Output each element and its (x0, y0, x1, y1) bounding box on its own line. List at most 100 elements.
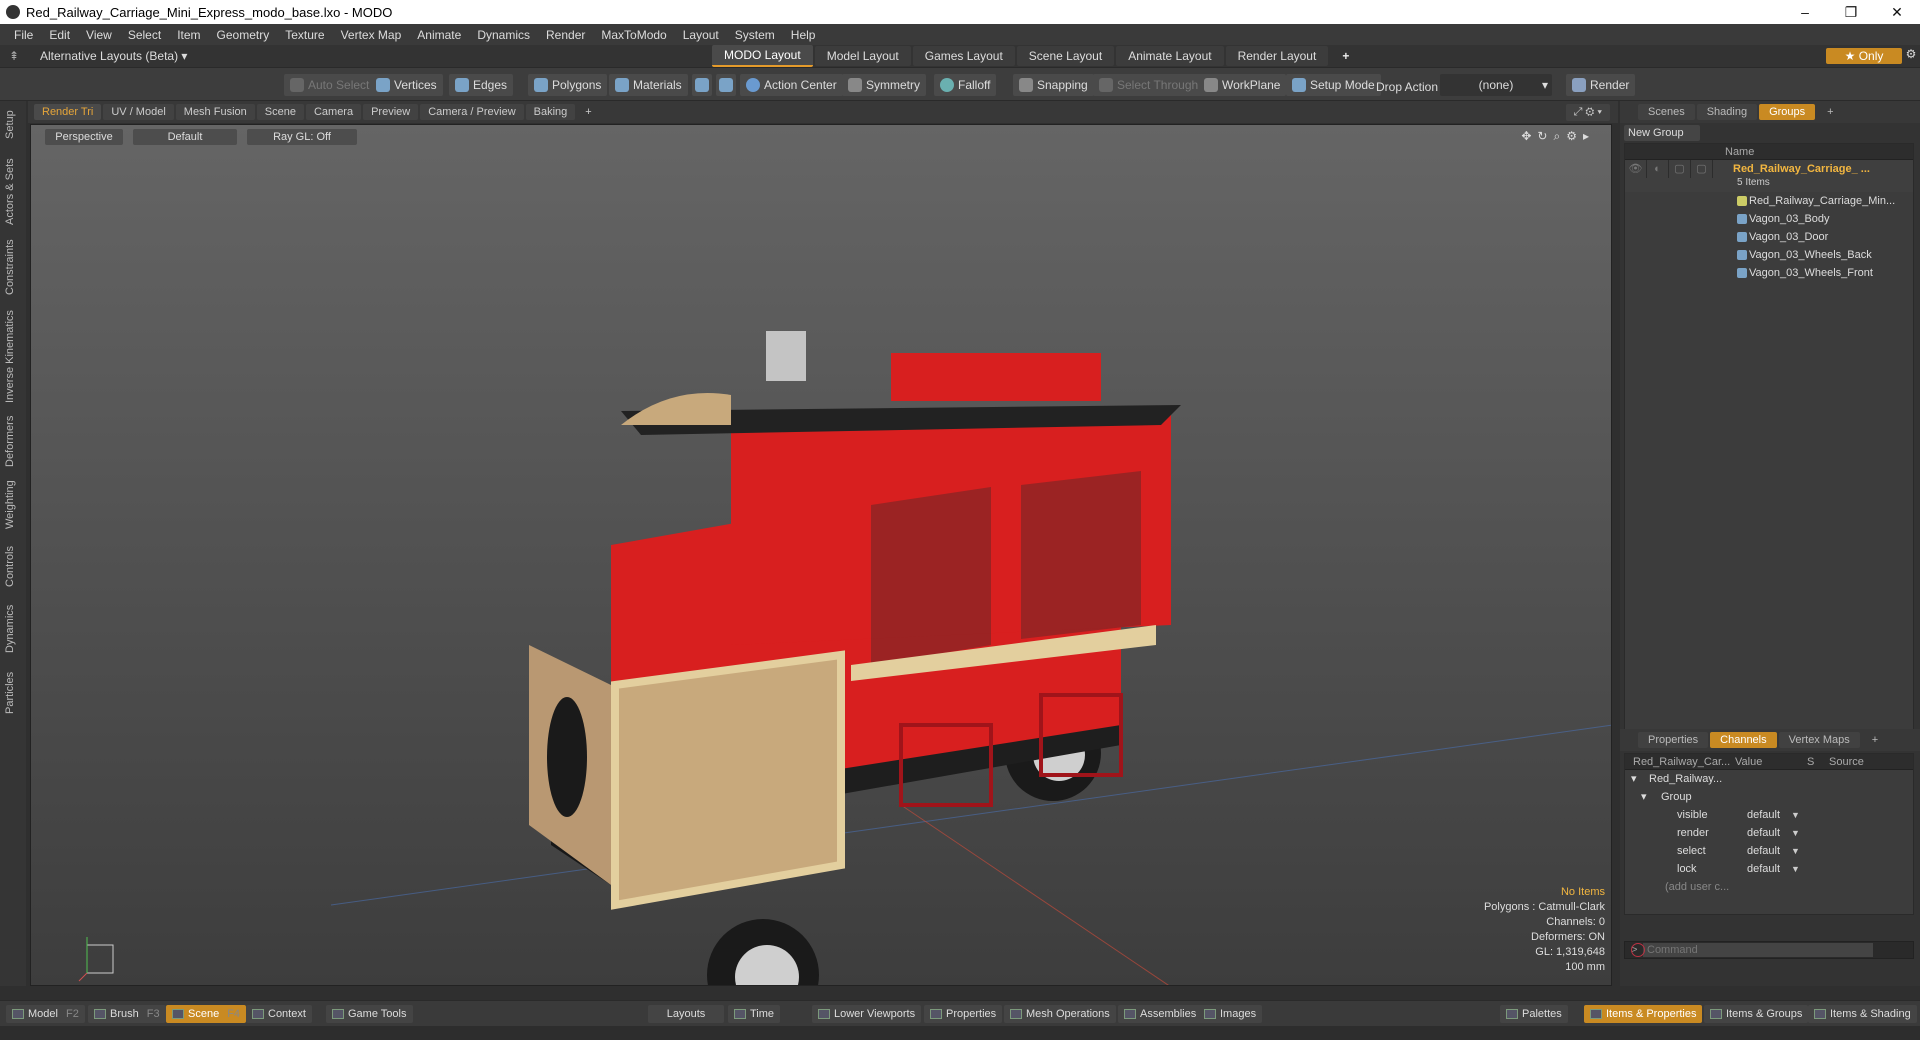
tab-properties[interactable]: Properties (1638, 732, 1709, 748)
channel-group-row[interactable]: ▾ Group (1625, 788, 1913, 806)
menu-maxtomodo[interactable]: MaxToModo (593, 28, 674, 42)
select-through-button[interactable]: Select Through (1093, 74, 1205, 96)
chevron-down-icon[interactable]: ▼ (1791, 842, 1800, 860)
3d-viewport[interactable]: Perspective Default Ray GL: Off ✥↻⌕⚙▸ No… (30, 124, 1612, 986)
close-button[interactable]: ✕ (1874, 4, 1920, 21)
vtab-controls[interactable]: Controls (4, 541, 22, 593)
gear-icon[interactable]: ⚙ (1902, 47, 1920, 61)
vtab-weighting[interactable]: Weighting (4, 477, 22, 533)
symmetry-button[interactable]: Symmetry (842, 74, 926, 96)
render-button[interactable]: Render (1566, 74, 1636, 96)
tab-mesh-fusion[interactable]: Mesh Fusion (175, 104, 255, 120)
assemblies-button[interactable]: Assemblies (1118, 1005, 1203, 1023)
menu-help[interactable]: Help (783, 28, 824, 42)
alternative-layouts-dropdown[interactable]: Alternative Layouts (Beta) ▾ (40, 49, 187, 63)
menu-geometry[interactable]: Geometry (209, 28, 278, 42)
menu-select[interactable]: Select (120, 28, 169, 42)
scene-button[interactable]: Scene F4 (166, 1005, 247, 1023)
tab-scene-layout[interactable]: Scene Layout (1016, 46, 1115, 66)
tab-animate-layout[interactable]: Animate Layout (1116, 46, 1224, 66)
polygons-button[interactable]: Polygons (528, 74, 608, 96)
viewport-options-icons[interactable]: ⤢ ⚙ ▾ (1565, 104, 1610, 121)
tab-shading[interactable]: Shading (1696, 104, 1758, 120)
render-toggle-icon[interactable]: ◐ (1647, 160, 1669, 178)
items-groups-button[interactable]: Items & Groups (1704, 1005, 1809, 1023)
vtab-inverse-kinematics[interactable]: Inverse Kinematics (4, 309, 22, 405)
tab-camera[interactable]: Camera (305, 104, 362, 120)
tab-channels[interactable]: Channels (1710, 732, 1777, 748)
vtab-particles[interactable]: Particles (4, 667, 22, 719)
items-properties-button[interactable]: Items & Properties (1584, 1005, 1703, 1023)
channel-item-row[interactable]: ▾ Red_Railway... (1625, 770, 1913, 788)
add-panel-tab-button[interactable]: + (1817, 104, 1843, 120)
list-item[interactable]: Red_Railway_Carriage_Min... (1625, 192, 1913, 210)
context-button[interactable]: Context (246, 1005, 312, 1023)
list-item[interactable]: Vagon_03_Wheels_Back (1625, 246, 1913, 264)
materials-button[interactable]: Materials (609, 74, 688, 96)
lower-viewports-button[interactable]: Lower Viewports (812, 1005, 922, 1023)
list-item[interactable]: Vagon_03_Door (1625, 228, 1913, 246)
tab-scene[interactable]: Scene (256, 104, 304, 120)
vtab-dynamics[interactable]: Dynamics (4, 601, 22, 657)
tab-render-layout[interactable]: Render Layout (1225, 46, 1329, 66)
edges-button[interactable]: Edges (449, 74, 514, 96)
model-button[interactable]: Model F2 (6, 1005, 85, 1023)
tab-uv-model[interactable]: UV / Model (103, 104, 174, 120)
add-layout-button[interactable]: + (1330, 46, 1361, 66)
selection-mode-b-icon[interactable] (716, 74, 736, 96)
select-toggle-icon[interactable]: ▢ (1691, 160, 1713, 178)
menu-render[interactable]: Render (538, 28, 593, 42)
vtab-deformers[interactable]: Deformers (4, 413, 22, 469)
tab-vertex-maps[interactable]: Vertex Maps (1778, 732, 1860, 748)
time-button[interactable]: Time (728, 1005, 781, 1023)
menu-edit[interactable]: Edit (41, 28, 78, 42)
tab-modo-layout[interactable]: MODO Layout (712, 45, 813, 67)
layouts-button[interactable]: Layouts (648, 1005, 724, 1023)
list-item[interactable]: Vagon_03_Body (1625, 210, 1913, 228)
only-button[interactable]: ★ Only (1826, 48, 1902, 64)
menu-system[interactable]: System (727, 28, 783, 42)
eye-icon[interactable]: 👁 (1625, 160, 1647, 178)
chevron-down-icon[interactable]: ▼ (1791, 824, 1800, 842)
menu-view[interactable]: View (78, 28, 120, 42)
table-row[interactable]: render default ▼ (1625, 824, 1913, 842)
auto-select-button[interactable]: Auto Select (284, 74, 376, 96)
pin-icon[interactable]: ⇞ (6, 49, 22, 63)
brush-button[interactable]: Brush F3 (88, 1005, 166, 1023)
vtab-actors-sets[interactable]: Actors & Sets (4, 157, 22, 227)
add-panel-tab-button[interactable]: + (1862, 732, 1888, 748)
maximize-button[interactable]: ❐ (1828, 4, 1874, 21)
tab-model-layout[interactable]: Model Layout (814, 46, 911, 66)
menu-vertex-map[interactable]: Vertex Map (333, 28, 410, 42)
minimize-button[interactable]: – (1782, 4, 1828, 21)
snapping-button[interactable]: Snapping (1013, 74, 1094, 96)
game-tools-button[interactable]: Game Tools (326, 1005, 413, 1023)
menu-animate[interactable]: Animate (409, 28, 469, 42)
menu-texture[interactable]: Texture (277, 28, 332, 42)
command-input[interactable] (1643, 943, 1873, 957)
chevron-down-icon[interactable]: ▼ (1791, 806, 1800, 824)
menu-file[interactable]: File (6, 28, 41, 42)
palettes-button[interactable]: Palettes (1500, 1005, 1568, 1023)
mesh-operations-button[interactable]: Mesh Operations (1004, 1005, 1116, 1023)
menu-layout[interactable]: Layout (675, 28, 727, 42)
record-macro-icon[interactable] (1631, 943, 1645, 957)
menu-dynamics[interactable]: Dynamics (469, 28, 538, 42)
add-viewport-tab-button[interactable]: + (577, 104, 599, 120)
add-user-channel-row[interactable]: (add user c... (1625, 878, 1913, 896)
selection-mode-a-icon[interactable] (692, 74, 712, 96)
drop-action-select[interactable]: (none) ▾ (1440, 74, 1552, 96)
images-button[interactable]: Images (1198, 1005, 1263, 1023)
new-group-button[interactable]: New Group (1624, 125, 1700, 141)
tab-scenes[interactable]: Scenes (1638, 104, 1695, 120)
action-center-button[interactable]: Action Center (740, 74, 843, 96)
menu-item[interactable]: Item (169, 28, 208, 42)
group-row[interactable]: 👁 ◐ ▢ ▢ Red_Railway_Carriage_ ... 5 Items (1625, 160, 1913, 192)
tab-preview[interactable]: Preview (363, 104, 419, 120)
properties-button[interactable]: Properties (924, 1005, 1003, 1023)
lock-toggle-icon[interactable]: ▢ (1669, 160, 1691, 178)
falloff-button[interactable]: Falloff (934, 74, 997, 96)
table-row[interactable]: visible default ▼ (1625, 806, 1913, 824)
table-row[interactable]: select default ▼ (1625, 842, 1913, 860)
chevron-down-icon[interactable]: ▼ (1791, 860, 1800, 878)
